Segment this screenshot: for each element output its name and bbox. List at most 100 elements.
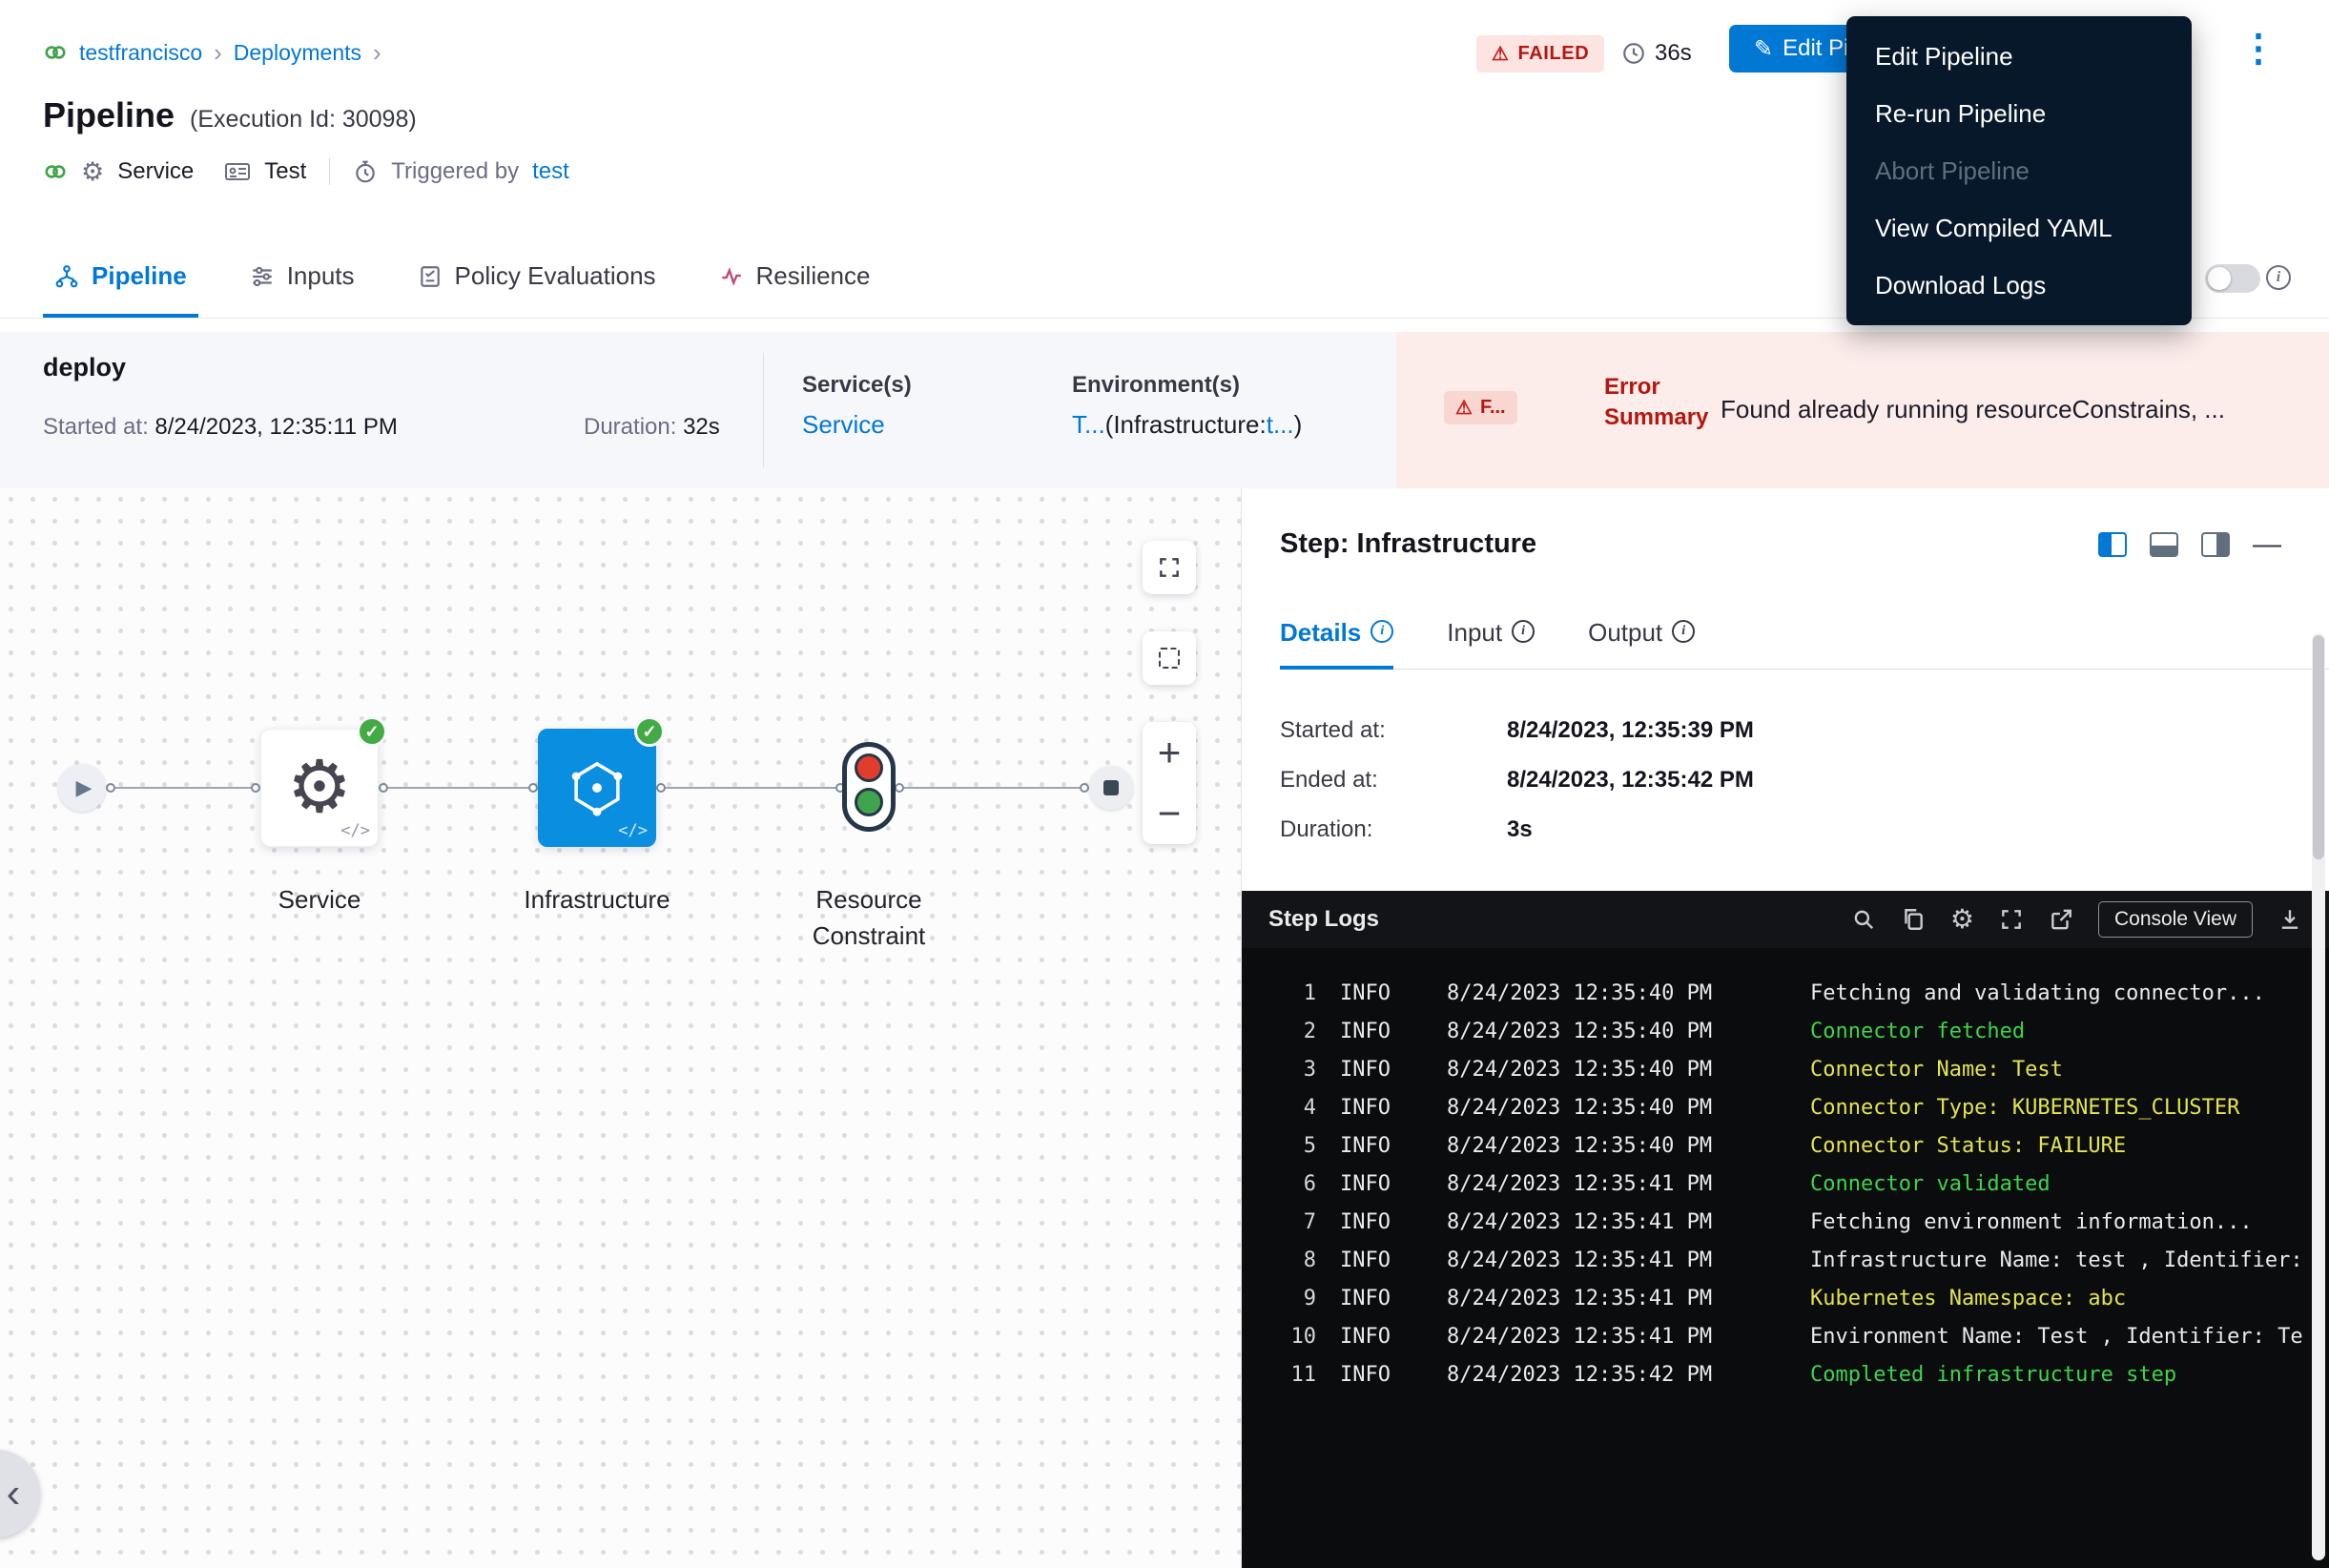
code-glyph: </> xyxy=(618,821,648,840)
open-in-new-window-icon[interactable] xyxy=(2049,907,2073,932)
log-line: 1INFO8/24/2023 12:35:40 PMFetching and v… xyxy=(1270,975,2329,1013)
menu-item-edit-pipeline[interactable]: Edit Pipeline xyxy=(1846,28,2192,85)
log-actions: ⚙ Console View xyxy=(1851,901,2302,938)
main-content: ▶ ⚙ ✓ </> Service ✓ xyxy=(0,488,2329,1568)
breadcrumb-project-link[interactable]: testfrancisco xyxy=(79,40,202,66)
step-details-panel: Step: Infrastructure — Detailsi Inputi O… xyxy=(1242,488,2329,1568)
stage-duration: Duration: 32s xyxy=(584,414,720,441)
scrollbar-thumb[interactable] xyxy=(2313,635,2324,859)
environments-column: Environment(s) T...(Infrastructure:t...) xyxy=(1072,372,1302,440)
node-service[interactable]: ⚙ ✓ </> xyxy=(260,729,379,847)
panel-scrollbar[interactable] xyxy=(2312,633,2325,1560)
error-summary-area: ⚠ F... Error Summary Found already runni… xyxy=(1396,332,2329,488)
clock-icon xyxy=(1621,41,1646,66)
copy-icon[interactable] xyxy=(1901,907,1926,932)
service-name: Service xyxy=(117,158,194,185)
warning-icon: ⚠ xyxy=(1455,399,1473,418)
log-lines[interactable]: 1INFO8/24/2023 12:35:40 PMFetching and v… xyxy=(1242,948,2329,1394)
pipeline-end-node[interactable] xyxy=(1089,766,1133,810)
environments-value[interactable]: T...(Infrastructure:t...) xyxy=(1072,410,1302,440)
services-column: Service(s) Service xyxy=(802,372,912,440)
log-settings-gear-icon[interactable]: ⚙ xyxy=(1950,906,1974,933)
sliders-icon xyxy=(250,264,275,289)
node-infrastructure[interactable]: ✓ </> xyxy=(538,729,656,847)
success-check-icon: ✓ xyxy=(357,716,387,747)
stage-summary-bar: deploy Started at: 8/24/2023, 12:35:11 P… xyxy=(0,332,2329,488)
triggered-by-label: Triggered by xyxy=(391,158,519,185)
triggered-by-value[interactable]: test xyxy=(532,158,569,185)
log-line: 6INFO8/24/2023 12:35:41 PMConnector vali… xyxy=(1270,1166,2329,1204)
tab-pipeline[interactable]: Pipeline xyxy=(43,238,198,318)
services-value-link[interactable]: Service xyxy=(802,410,912,440)
download-logs-icon[interactable] xyxy=(2277,907,2302,932)
layout-right-view-icon[interactable] xyxy=(2098,532,2127,557)
tab-input[interactable]: Inputi xyxy=(1447,593,1535,670)
stopwatch-icon xyxy=(353,159,378,184)
chevron-left-icon: ‹ xyxy=(7,1470,21,1517)
fit-to-screen-button[interactable] xyxy=(1143,541,1196,594)
step-panel-title: Step: Infrastructure xyxy=(1280,528,1536,560)
duration-label: Duration: xyxy=(584,414,676,440)
trigger-name: Test xyxy=(264,158,306,185)
tab-resilience[interactable]: Resilience xyxy=(708,238,882,318)
pipeline-execution-page: testfrancisco › Deployments › Pipeline (… xyxy=(0,0,2329,1568)
search-icon[interactable] xyxy=(1851,907,1876,932)
marquee-select-button[interactable] xyxy=(1143,631,1196,685)
node-label-infrastructure: Infrastructure xyxy=(502,881,692,918)
node-resource-constraint[interactable] xyxy=(842,742,896,832)
info-icon: i xyxy=(1672,620,1695,643)
execution-id: (Execution Id: 30098) xyxy=(190,106,417,134)
infrastructure-hexagon-icon xyxy=(564,754,630,821)
zoom-in-button[interactable]: + xyxy=(1143,722,1196,783)
log-line: 9INFO8/24/2023 12:35:41 PMKubernetes Nam… xyxy=(1270,1280,2329,1318)
red-light-icon xyxy=(855,753,883,782)
minimize-panel-button[interactable]: — xyxy=(2253,530,2281,559)
play-icon: ▶ xyxy=(76,775,93,800)
detail-row-started: Started at: 8/24/2023, 12:35:39 PM xyxy=(1280,717,1754,744)
fullscreen-icon[interactable] xyxy=(1999,907,2024,932)
breadcrumb-deployments-link[interactable]: Deployments xyxy=(234,40,361,66)
zoom-controls: + − xyxy=(1143,722,1196,844)
pipeline-icon xyxy=(54,264,79,289)
stage-name[interactable]: deploy xyxy=(43,353,126,382)
info-icon[interactable]: i xyxy=(2266,265,2291,290)
tab-policy-evaluations[interactable]: Policy Evaluations xyxy=(406,238,668,318)
log-line: 2INFO8/24/2023 12:35:40 PMConnector fetc… xyxy=(1270,1013,2329,1051)
debug-toggle[interactable] xyxy=(2205,264,2260,293)
step-logs-panel: Step Logs ⚙ xyxy=(1242,891,2329,1568)
detail-value: 8/24/2023, 12:35:42 PM xyxy=(1507,767,1754,794)
harness-logo-icon xyxy=(43,40,68,65)
page-title: Pipeline xyxy=(43,95,175,135)
step-detail-tabs: Detailsi Inputi Outputi xyxy=(1280,593,2329,670)
detail-label: Duration: xyxy=(1280,816,1507,843)
tab-inputs[interactable]: Inputs xyxy=(238,238,366,318)
console-view-button[interactable]: Console View xyxy=(2098,901,2253,938)
graph-edge xyxy=(661,787,840,789)
node-label-resource-constraint: Resource Constraint xyxy=(788,881,950,954)
checklist-icon xyxy=(418,264,443,289)
divider xyxy=(329,158,330,185)
edge-connector-dot xyxy=(251,783,260,793)
services-label: Service(s) xyxy=(802,372,912,399)
menu-item-view-compiled-yaml[interactable]: View Compiled YAML xyxy=(1846,199,2192,257)
edge-connector-dot xyxy=(656,783,666,793)
started-label: Started at: xyxy=(43,414,149,440)
log-line: 5INFO8/24/2023 12:35:40 PMConnector Stat… xyxy=(1270,1127,2329,1166)
success-check-icon: ✓ xyxy=(634,716,665,747)
panel-layout-controls: — xyxy=(2098,530,2281,559)
pipeline-graph-canvas[interactable]: ▶ ⚙ ✓ </> Service ✓ xyxy=(0,488,1242,1568)
layout-bottom-view-icon[interactable] xyxy=(2150,532,2178,557)
detail-row-duration: Duration: 3s xyxy=(1280,816,1754,843)
menu-item-abort-pipeline: Abort Pipeline xyxy=(1846,142,2192,199)
toggle-knob xyxy=(2208,267,2231,290)
pipeline-start-node[interactable]: ▶ xyxy=(58,764,106,812)
menu-item-rerun-pipeline[interactable]: Re-run Pipeline xyxy=(1846,85,2192,142)
tab-details[interactable]: Detailsi xyxy=(1280,593,1393,670)
divider xyxy=(763,353,764,467)
more-options-kebab-icon[interactable]: ⋮ xyxy=(2237,25,2279,72)
elapsed-time: 36s xyxy=(1621,40,1692,67)
layout-minimized-view-icon[interactable] xyxy=(2201,532,2230,557)
menu-item-download-logs[interactable]: Download Logs xyxy=(1846,257,2192,314)
tab-output[interactable]: Outputi xyxy=(1588,593,1695,670)
zoom-out-button[interactable]: − xyxy=(1143,783,1196,844)
